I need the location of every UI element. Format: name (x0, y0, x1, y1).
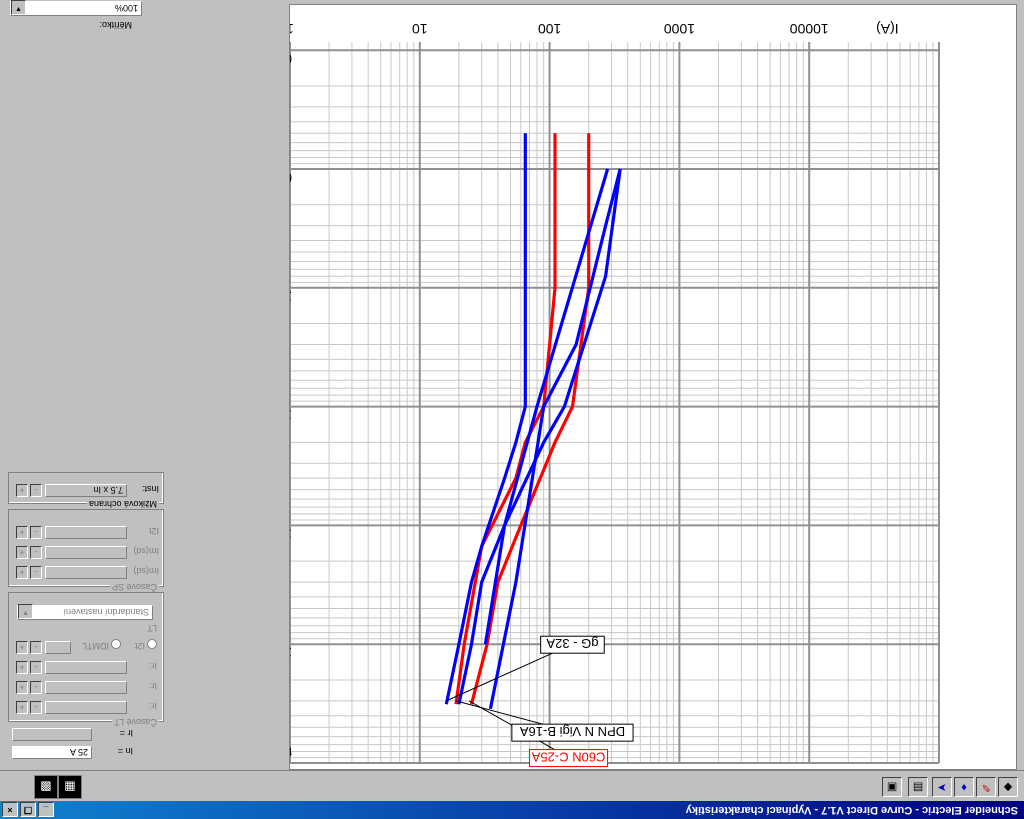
meritko-value: 100% (114, 3, 138, 13)
lt-row-field[interactable] (45, 681, 127, 694)
print-icon[interactable]: ▤ (908, 777, 928, 797)
lt-row-label: Ir: (149, 661, 157, 671)
annotation-label: gG - 32A (546, 636, 598, 651)
lt-row-up[interactable]: + (16, 701, 28, 714)
export-icon[interactable]: ▣ (882, 777, 902, 797)
x-tick-label: 1 (290, 21, 294, 37)
idmtl-field[interactable] (45, 641, 71, 654)
title-bar[interactable]: Schneider Electric - Curve Direct V1.7 -… (0, 801, 1024, 819)
inst-down[interactable]: - (30, 484, 42, 497)
curve-upper-0 (454, 133, 557, 705)
y-tick-label: 1 (290, 289, 292, 305)
y-tick-label: 10 (290, 408, 292, 424)
lt-settings-value: Standardní nastavení (63, 607, 149, 617)
group-casove-lt-title: Časové LT (112, 717, 159, 727)
chevron-down-icon[interactable]: ▼ (18, 604, 33, 619)
pen-icon[interactable]: ✎ (976, 777, 996, 797)
curve-upper-1 (444, 133, 527, 705)
annotation-label: DPN N Vigi B-16A (520, 724, 626, 739)
y-tick-label: 100 (290, 526, 292, 542)
group-casove-sp-title: Časové SP (109, 582, 159, 592)
lt-settings-select[interactable]: Standardní nastavení ▼ (17, 604, 153, 620)
sp-row-down[interactable]: - (30, 546, 42, 559)
lt-row-up[interactable]: + (16, 661, 28, 674)
x-axis-label: I(A) (876, 21, 899, 37)
group-casove-lt: Časové LT Ir: - + Ir: - + Ir: - + I2t ID… (8, 592, 164, 727)
inst-field[interactable]: 7.5 x In (45, 484, 127, 497)
sp-row-field[interactable] (45, 526, 127, 539)
idmtl-down[interactable]: - (30, 641, 42, 654)
ir-field (12, 728, 92, 741)
sp-row-field[interactable] (45, 546, 127, 559)
restore-button[interactable]: ❐ (20, 802, 36, 817)
meritko-label: Měřítko: (99, 20, 132, 30)
lt-row-down[interactable]: - (30, 701, 42, 714)
open-icon[interactable]: ◆ (998, 777, 1018, 797)
x-tick-label: 10 (412, 21, 428, 37)
window-title: Schneider Electric - Curve Direct V1.7 -… (685, 804, 1018, 816)
table-view-icon[interactable]: ▩ (34, 775, 58, 799)
lt-row-down[interactable]: - (30, 661, 42, 674)
idmtl-up[interactable]: + (16, 641, 28, 654)
in-value: 25 A (12, 746, 92, 759)
trip-curve-chart: 1 10 100 1000 10000 I(A) 0.01 0.1 1 10 100 1000 t(s)… (261, 4, 1017, 770)
minimize-button[interactable]: _ (38, 802, 54, 817)
group-casove-sp: Časové SP Im(sd) - + Im(sd) - + I2t - + (8, 509, 164, 592)
x-tick-label: 10000 (790, 21, 829, 37)
app-window: Schneider Electric - Curve Direct V1.7 -… (0, 0, 1024, 819)
sp-row-up[interactable]: + (16, 526, 28, 539)
radio-idmtl[interactable] (111, 639, 121, 649)
lt-label: LT (147, 623, 157, 633)
radio-i2t-label: I2t (134, 641, 145, 651)
y-axis-label: t(s) (290, 744, 292, 760)
lt-row-label: Ir: (149, 681, 157, 691)
ir-label: Ir = (119, 728, 133, 738)
sp-row-label: Im(sd) (133, 566, 160, 576)
arrow-icon[interactable]: ➤ (932, 777, 952, 797)
inst-up[interactable]: + (16, 484, 28, 497)
lt-row-field[interactable] (45, 661, 127, 674)
sp-row-up[interactable]: + (16, 566, 28, 579)
chevron-down-icon[interactable]: ▼ (11, 0, 26, 15)
group-mzikova-ochrana: Mžiková ochrana Inst: 7.5 x In - + (8, 472, 164, 509)
sp-row-label: I2t (148, 526, 159, 536)
sp-row-up[interactable]: + (16, 546, 28, 559)
lt-row-up[interactable]: + (16, 681, 28, 694)
group-mzikova-title: Mžiková ochrana (86, 499, 159, 509)
lt-row-down[interactable]: - (30, 681, 42, 694)
toolbar: ◆ ✎ ♦ ➤ ▤ ▣ ▦ ▩ (0, 770, 1024, 801)
x-tick-label: 1000 (664, 21, 695, 37)
meritko-select[interactable]: 100% ▼ (10, 0, 142, 16)
chart-svg: 1 10 100 1000 10000 I(A) 0.01 0.1 1 10 100 1000 t(s)… (261, 21, 940, 768)
radio-i2t[interactable] (147, 639, 157, 649)
curves-icon[interactable]: ♦ (954, 777, 974, 797)
y-tick-label: 0.01 (290, 51, 292, 67)
lt-row-label: Ir: (149, 701, 157, 711)
lt-row-field[interactable] (45, 701, 127, 714)
x-tick-label: 100 (538, 21, 562, 37)
sp-row-down[interactable]: - (30, 566, 42, 579)
sp-row-field[interactable] (45, 566, 127, 579)
settings-panel: In = 25 A Ir = Časové LT Ir: - + Ir: - +… (0, 0, 174, 770)
sp-row-down[interactable]: - (30, 526, 42, 539)
close-button[interactable]: × (2, 802, 18, 817)
inst-label: Inst: (141, 484, 159, 494)
chart-view-icon[interactable]: ▦ (58, 775, 82, 799)
sp-row-label: Im(sd) (133, 546, 160, 556)
annotation-label: C60N C-25A (531, 750, 605, 765)
y-tick-label: 0.1 (290, 170, 292, 186)
in-label: In = (117, 746, 133, 756)
radio-idmtl-label: IDMTL (82, 641, 109, 651)
y-tick-label: 1000 (290, 645, 292, 661)
